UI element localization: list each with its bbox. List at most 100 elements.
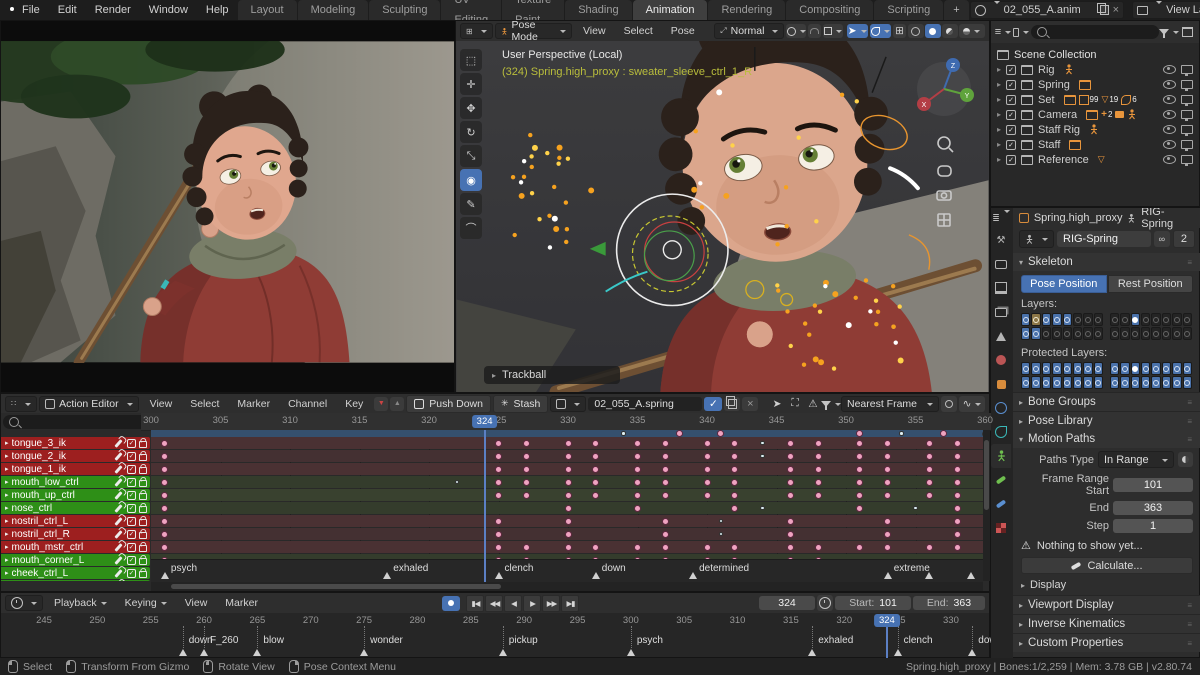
modifier-wrench-icon[interactable] bbox=[114, 529, 123, 539]
channel-mouth_up_ctrl[interactable]: ▸ mouth_up_ctrl ✓ bbox=[1, 489, 150, 501]
rig-control-point[interactable] bbox=[785, 309, 790, 314]
viewport-menu-select[interactable]: Select bbox=[615, 21, 662, 41]
layer-toggle[interactable] bbox=[1052, 313, 1062, 326]
channel-expand-icon[interactable]: ▸ bbox=[5, 439, 9, 447]
rig-control-point[interactable] bbox=[521, 174, 527, 180]
keyframe[interactable] bbox=[564, 452, 572, 460]
modifier-wrench-icon[interactable] bbox=[114, 542, 123, 552]
keyframe[interactable] bbox=[661, 478, 669, 486]
marker-triangle-icon[interactable] bbox=[883, 572, 892, 579]
channel-nostril_ctrl_R[interactable]: ▸ nostril_ctrl_R ✓ bbox=[1, 528, 150, 540]
protected-layer-toggle[interactable] bbox=[1172, 376, 1182, 389]
rig-control-point[interactable] bbox=[557, 155, 562, 161]
rig-control-point[interactable] bbox=[891, 324, 896, 329]
keyframe[interactable] bbox=[675, 430, 683, 437]
keyframe[interactable] bbox=[522, 478, 530, 486]
protected-layer-toggle[interactable] bbox=[1182, 376, 1192, 389]
play-button[interactable]: ▶ bbox=[523, 594, 542, 612]
tab-shading[interactable]: Shading bbox=[565, 0, 632, 20]
rig-control-point[interactable] bbox=[547, 245, 553, 250]
keyframe[interactable] bbox=[661, 465, 669, 473]
keyframe[interactable] bbox=[953, 491, 961, 499]
layer-toggle[interactable] bbox=[1093, 327, 1103, 340]
rig-control-point[interactable] bbox=[873, 298, 879, 303]
dope-vscrollbar-thumb[interactable] bbox=[984, 440, 989, 510]
current-frame-indicator[interactable]: 324 bbox=[471, 415, 498, 428]
field-value[interactable]: 101 bbox=[1113, 478, 1193, 492]
rig-control-point[interactable] bbox=[775, 242, 780, 247]
keyframe[interactable] bbox=[731, 543, 739, 551]
tab-animation[interactable]: Animation bbox=[632, 0, 708, 20]
protected-layer-toggle[interactable] bbox=[1072, 362, 1083, 375]
item-checkbox[interactable]: ✓ bbox=[1006, 109, 1017, 120]
properties-tab-physics[interactable] bbox=[991, 396, 1011, 420]
keyframe[interactable] bbox=[731, 491, 739, 499]
channel-keys-row[interactable] bbox=[151, 463, 983, 475]
keyframe[interactable] bbox=[731, 452, 739, 460]
channel-enable-checkbox[interactable]: ✓ bbox=[127, 529, 136, 539]
protected-layer-toggle[interactable] bbox=[1041, 362, 1052, 375]
protected-layer-toggle[interactable] bbox=[1151, 362, 1161, 375]
rig-control-point[interactable] bbox=[890, 284, 896, 289]
expand-arrow-icon[interactable]: ▸ bbox=[997, 155, 1001, 164]
keyframe[interactable] bbox=[786, 530, 794, 538]
channel-lock-icon[interactable] bbox=[139, 506, 147, 513]
timeline-menu-playback[interactable]: Playback bbox=[45, 593, 116, 613]
channel-enable-checkbox[interactable]: ✓ bbox=[127, 503, 136, 513]
jump-end-button[interactable]: ▶▮ bbox=[561, 594, 580, 612]
channel-cheek_ctrl_L[interactable]: ▸ cheek_ctrl_L ✓ bbox=[1, 567, 150, 579]
channel-lock-icon[interactable] bbox=[139, 558, 147, 565]
marker-triangle-icon[interactable] bbox=[383, 572, 392, 579]
rig-control-point[interactable] bbox=[788, 343, 793, 349]
layer-toggle[interactable] bbox=[1062, 313, 1072, 326]
protected-layer-toggle[interactable] bbox=[1052, 376, 1062, 389]
protected-layer-toggle[interactable] bbox=[1083, 376, 1093, 389]
protected-layer-toggle[interactable] bbox=[1031, 362, 1041, 375]
channel-enable-checkbox[interactable]: ✓ bbox=[127, 464, 136, 474]
keyframe[interactable] bbox=[717, 430, 725, 437]
tool-rotate[interactable]: ↻ bbox=[460, 121, 482, 143]
protected-layer-toggle[interactable] bbox=[1141, 362, 1151, 375]
channel-tongue_1_ik[interactable]: ▸ tongue_1_ik ✓ bbox=[1, 463, 150, 475]
protected-layer-toggle[interactable] bbox=[1031, 376, 1041, 389]
keyframe[interactable] bbox=[495, 439, 502, 447]
channel-enable-checkbox[interactable]: ✓ bbox=[127, 568, 136, 578]
keyframe[interactable] bbox=[592, 452, 600, 460]
channel-expand-icon[interactable]: ▸ bbox=[5, 452, 9, 460]
keyframe[interactable] bbox=[522, 543, 530, 551]
keyframe[interactable] bbox=[661, 530, 669, 538]
keyframe[interactable] bbox=[814, 452, 822, 460]
protected-layer-toggle[interactable] bbox=[1161, 376, 1172, 389]
display-subpanel-header[interactable]: ▸ Display bbox=[1013, 575, 1200, 595]
outliner-filter-button[interactable] bbox=[1159, 24, 1177, 40]
properties-tab-bone-constraint[interactable] bbox=[991, 492, 1011, 516]
keyframe[interactable] bbox=[953, 517, 961, 525]
layer-toggle[interactable] bbox=[1172, 313, 1182, 326]
keyframe[interactable] bbox=[522, 439, 530, 447]
keyframe[interactable] bbox=[564, 517, 572, 525]
keyframe[interactable] bbox=[703, 452, 711, 460]
keyframe[interactable] bbox=[814, 491, 822, 499]
rig-control-point[interactable] bbox=[796, 135, 801, 140]
zoom-icon[interactable] bbox=[937, 136, 951, 150]
expand-arrow-icon[interactable]: ▸ bbox=[997, 110, 1001, 119]
keyframe[interactable] bbox=[856, 491, 864, 499]
keyframe[interactable] bbox=[731, 439, 739, 447]
snap-target-button[interactable] bbox=[823, 24, 843, 38]
protected-layer-toggle[interactable] bbox=[1109, 376, 1120, 389]
next-keyframe-button[interactable]: ▶▶ bbox=[542, 594, 561, 612]
keyframe[interactable] bbox=[953, 452, 961, 460]
protected-layer-toggle[interactable] bbox=[1041, 376, 1052, 389]
layer-toggle[interactable] bbox=[1182, 313, 1192, 326]
keyframe[interactable] bbox=[856, 543, 864, 551]
menu-file[interactable]: File bbox=[13, 0, 49, 20]
channel-mouth_corner_L[interactable]: ▸ mouth_corner_L ✓ bbox=[1, 554, 150, 566]
rig-control-point[interactable] bbox=[565, 156, 571, 161]
keyframe[interactable] bbox=[522, 465, 530, 473]
keyframe[interactable] bbox=[856, 504, 864, 512]
timeline-menu-view[interactable]: View bbox=[176, 593, 217, 613]
channel-keys-row[interactable] bbox=[151, 541, 983, 553]
layer-toggle[interactable] bbox=[1021, 313, 1031, 326]
channel-expand-icon[interactable]: ▸ bbox=[5, 543, 9, 551]
rig-control-point[interactable] bbox=[831, 366, 837, 371]
